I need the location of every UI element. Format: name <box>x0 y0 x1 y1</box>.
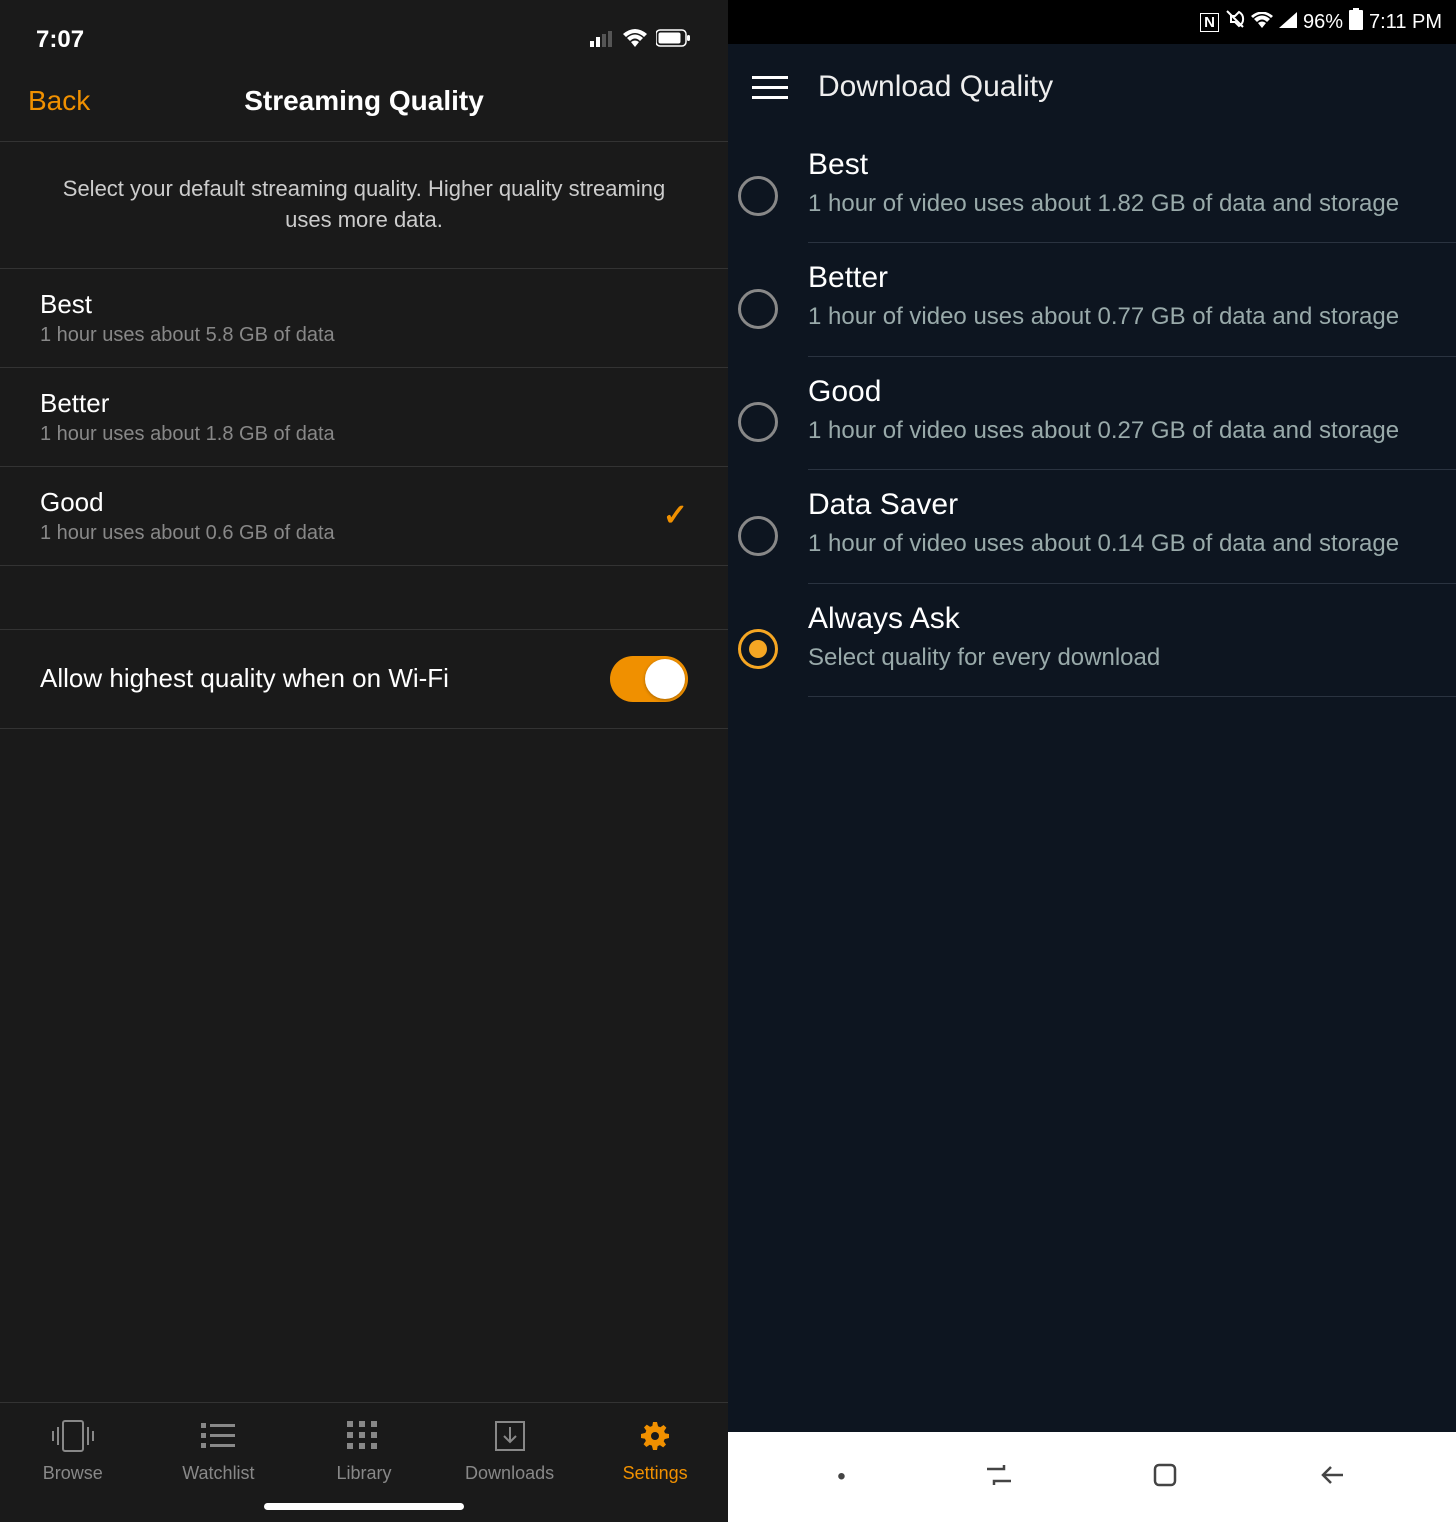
radio-icon <box>738 176 778 216</box>
option-sub: 1 hour uses about 0.6 GB of data <box>40 522 335 545</box>
option-sub: 1 hour of video uses about 0.14 GB of da… <box>808 528 1432 560</box>
option-label: Data Saver <box>808 488 1432 522</box>
toggle-label: Allow highest quality when on Wi-Fi <box>40 663 449 694</box>
option-label: Always Ask <box>808 602 1432 636</box>
quality-option-good[interactable]: Good 1 hour uses about 0.6 GB of data ✓ <box>0 467 728 566</box>
quality-option-always-ask[interactable]: Always Ask Select quality for every down… <box>728 584 1456 697</box>
quality-option-best[interactable]: Best 1 hour of video uses about 1.82 GB … <box>728 130 1456 243</box>
tab-label: Library <box>336 1463 391 1484</box>
ios-time: 7:07 <box>36 26 84 54</box>
quality-option-better[interactable]: Better 1 hour of video uses about 0.77 G… <box>728 243 1456 356</box>
cellular-signal-icon <box>590 26 614 54</box>
option-sub: 1 hour uses about 5.8 GB of data <box>40 324 335 347</box>
wifi-icon <box>1251 11 1273 34</box>
ios-statusbar: 7:07 <box>0 0 728 60</box>
nav-dot: • <box>837 1463 845 1491</box>
option-label: Better <box>40 388 335 419</box>
checkmark-icon: ✓ <box>663 498 688 533</box>
option-label: Best <box>40 289 335 320</box>
tab-settings[interactable]: Settings <box>590 1419 720 1484</box>
back-button[interactable] <box>1317 1463 1347 1492</box>
radio-icon <box>738 402 778 442</box>
page-description: Select your default streaming quality. H… <box>0 142 728 269</box>
wifi-icon <box>622 26 648 54</box>
downloads-icon <box>494 1419 526 1453</box>
android-toolbar: Download Quality <box>728 44 1456 130</box>
battery-percent: 96% <box>1303 11 1343 34</box>
option-sub: 1 hour uses about 1.8 GB of data <box>40 423 335 446</box>
ios-phone: 7:07 Back Streaming Quality Select your … <box>0 0 728 1522</box>
option-sub: 1 hour of video uses about 1.82 GB of da… <box>808 188 1432 220</box>
option-label: Good <box>40 487 335 518</box>
option-sub: Select quality for every download <box>808 642 1432 674</box>
wifi-quality-toggle-row[interactable]: Allow highest quality when on Wi-Fi <box>0 630 728 729</box>
mute-icon <box>1225 9 1245 35</box>
option-sub: 1 hour of video uses about 0.27 GB of da… <box>808 415 1432 447</box>
library-icon <box>347 1419 381 1453</box>
radio-icon <box>738 516 778 556</box>
tab-label: Downloads <box>465 1463 554 1484</box>
watchlist-icon <box>201 1419 235 1453</box>
page-title: Streaming Quality <box>244 85 484 117</box>
option-sub: 1 hour of video uses about 0.77 GB of da… <box>808 301 1432 333</box>
option-label: Good <box>808 375 1432 409</box>
android-time: 7:11 PM <box>1369 11 1442 34</box>
home-button[interactable] <box>1152 1462 1178 1493</box>
tab-label: Browse <box>43 1463 103 1484</box>
home-indicator[interactable] <box>264 1503 464 1510</box>
tab-watchlist[interactable]: Watchlist <box>153 1419 283 1484</box>
tab-library[interactable]: Library <box>299 1419 429 1484</box>
back-button[interactable]: Back <box>28 85 90 117</box>
tab-label: Settings <box>623 1463 688 1484</box>
quality-option-best[interactable]: Best 1 hour uses about 5.8 GB of data <box>0 269 728 368</box>
radio-icon <box>738 289 778 329</box>
tab-downloads[interactable]: Downloads <box>445 1419 575 1484</box>
quality-option-good[interactable]: Good 1 hour of video uses about 0.27 GB … <box>728 357 1456 470</box>
ios-status-icons <box>590 26 692 54</box>
toggle-switch[interactable] <box>610 656 688 702</box>
cellular-signal-icon <box>1279 11 1297 34</box>
radio-icon <box>738 629 778 669</box>
nfc-icon: N <box>1200 13 1219 32</box>
battery-icon <box>656 26 692 54</box>
android-phone: N 96% 7:11 PM Download Quality Best 1 ho… <box>728 0 1456 1522</box>
ios-navbar: Back Streaming Quality <box>0 60 728 142</box>
menu-icon[interactable] <box>752 76 788 99</box>
android-navbar: • <box>728 1432 1456 1522</box>
recents-button[interactable] <box>984 1463 1014 1492</box>
browse-icon <box>51 1419 95 1453</box>
android-statusbar: N 96% 7:11 PM <box>728 0 1456 44</box>
battery-icon <box>1349 8 1363 36</box>
section-gap <box>0 566 728 630</box>
quality-option-better[interactable]: Better 1 hour uses about 1.8 GB of data <box>0 368 728 467</box>
tab-browse[interactable]: Browse <box>8 1419 138 1484</box>
settings-icon <box>638 1419 672 1453</box>
page-title: Download Quality <box>818 70 1053 104</box>
option-label: Best <box>808 148 1432 182</box>
quality-option-data-saver[interactable]: Data Saver 1 hour of video uses about 0.… <box>728 470 1456 583</box>
tab-label: Watchlist <box>182 1463 254 1484</box>
option-label: Better <box>808 261 1432 295</box>
